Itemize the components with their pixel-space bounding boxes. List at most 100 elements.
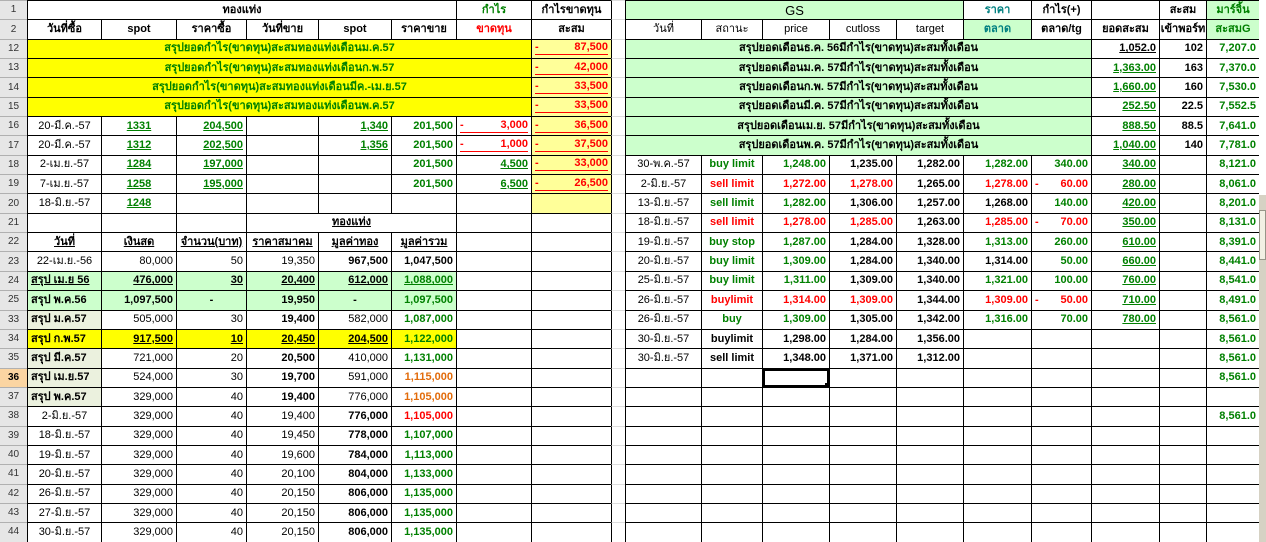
cell-M2[interactable]: cutloss <box>829 19 896 39</box>
cell-F20[interactable] <box>391 193 456 213</box>
cell-E36[interactable]: 591,000 <box>318 367 391 387</box>
cell-H39[interactable] <box>531 425 611 445</box>
cell-S40[interactable] <box>1206 444 1259 465</box>
cell-M39[interactable] <box>829 425 896 445</box>
cell-D21[interactable]: ทองแท่ง <box>246 212 456 233</box>
cell-C2[interactable]: ราคาซื้อ <box>176 19 246 39</box>
cell-B2[interactable]: spot <box>101 19 176 39</box>
cell-Q41[interactable] <box>1091 464 1159 484</box>
row-header-21[interactable]: 21 <box>0 212 27 233</box>
cell-E37[interactable]: 776,000 <box>318 386 391 407</box>
vertical-scrollbar[interactable] <box>1259 195 1266 542</box>
cell-Q42[interactable] <box>1091 483 1159 503</box>
cell-N33[interactable]: 1,342.00 <box>896 309 963 329</box>
row-header-15[interactable]: 15 <box>0 96 27 117</box>
cell-H19[interactable]: - 26,500 <box>531 174 611 194</box>
cell-P42[interactable] <box>1031 483 1091 503</box>
cell-M42[interactable] <box>829 483 896 503</box>
cell-S16[interactable]: 7,641.0 <box>1206 116 1259 136</box>
cell-E17[interactable]: 1,356 <box>318 135 391 155</box>
cell-O44[interactable] <box>963 522 1031 542</box>
cell-A36[interactable]: สรุป เม.ย.57 <box>27 367 101 387</box>
cell-J41[interactable] <box>625 464 701 484</box>
cell-J15[interactable]: สรุปยอดเดือนมี.ค. 57มีกำไร(ขาดทุน)สะสมทั… <box>625 96 1091 117</box>
cell-A24[interactable]: สรุป เม.ย 56 <box>27 270 101 291</box>
cell-B17[interactable]: 1312 <box>101 135 176 155</box>
cell-Q18[interactable]: 340.00 <box>1091 154 1159 175</box>
cell-C42[interactable]: 40 <box>176 483 246 503</box>
cell-C24[interactable]: 30 <box>176 270 246 291</box>
cell-F18[interactable]: 201,500 <box>391 154 456 175</box>
cell-Q19[interactable]: 280.00 <box>1091 174 1159 194</box>
cell-A34[interactable]: สรุป ก.พ.57 <box>27 328 101 349</box>
cell-A1[interactable]: ทองแท่ง <box>27 0 456 20</box>
cell-K21[interactable]: sell limit <box>701 212 762 233</box>
cell-R12[interactable]: 102 <box>1159 38 1206 59</box>
cell-N37[interactable] <box>896 386 963 407</box>
cell-B37[interactable]: 329,000 <box>101 386 176 407</box>
cell-Q33[interactable]: 780.00 <box>1091 309 1159 329</box>
cell-R15[interactable]: 22.5 <box>1159 96 1206 117</box>
cell-A38[interactable]: 2-มิ.ย.-57 <box>27 406 101 426</box>
cell-B42[interactable]: 329,000 <box>101 483 176 503</box>
cell-D19[interactable] <box>246 174 318 194</box>
cell-B44[interactable]: 329,000 <box>101 522 176 542</box>
cell-J1[interactable]: GS <box>625 0 963 20</box>
cell-D23[interactable]: 19,350 <box>246 251 318 271</box>
cell-S14[interactable]: 7,530.0 <box>1206 77 1259 97</box>
cell-J44[interactable] <box>625 522 701 542</box>
cell-B38[interactable]: 329,000 <box>101 406 176 426</box>
cell-E18[interactable] <box>318 154 391 175</box>
row-header-35[interactable]: 35 <box>0 348 27 368</box>
cell-G36[interactable] <box>456 367 531 387</box>
cell-E43[interactable]: 806,000 <box>318 502 391 523</box>
cell-K23[interactable]: buy limit <box>701 251 762 271</box>
cell-R37[interactable] <box>1159 386 1206 407</box>
cell-L24[interactable]: 1,311.00 <box>762 270 829 291</box>
cell-A37[interactable]: สรุป พ.ค.57 <box>27 386 101 407</box>
cell-B40[interactable]: 329,000 <box>101 444 176 465</box>
cell-C23[interactable]: 50 <box>176 251 246 271</box>
cell-J36[interactable] <box>625 367 701 387</box>
cell-A42[interactable]: 26-มิ.ย.-57 <box>27 483 101 503</box>
cell-Q14[interactable]: 1,660.00 <box>1091 77 1159 97</box>
cell-G17[interactable]: - 1,000 <box>456 135 531 155</box>
cell-P19[interactable]: - 60.00 <box>1031 174 1091 194</box>
cell-Q24[interactable]: 760.00 <box>1091 270 1159 291</box>
cell-H14[interactable]: - 33,500 <box>531 77 611 97</box>
cell-J17[interactable]: สรุปยอดเดือนพ.ค. 57มีกำไร(ขาดทุน)สะสมทั้… <box>625 135 1091 155</box>
row-header-19[interactable]: 19 <box>0 174 27 194</box>
cell-M18[interactable]: 1,235.00 <box>829 154 896 175</box>
cell-Q12[interactable]: 1,052.0 <box>1091 38 1159 59</box>
cell-C35[interactable]: 20 <box>176 348 246 368</box>
cell-N22[interactable]: 1,328.00 <box>896 232 963 252</box>
cell-M25[interactable]: 1,309.00 <box>829 290 896 310</box>
cell-S38[interactable]: 8,561.0 <box>1206 406 1259 426</box>
cell-B21[interactable] <box>101 212 176 233</box>
cell-G37[interactable] <box>456 386 531 407</box>
cell-P43[interactable] <box>1031 502 1091 523</box>
cell-E34[interactable]: 204,500 <box>318 328 391 349</box>
cell-P24[interactable]: 100.00 <box>1031 270 1091 291</box>
cell-A33[interactable]: สรุป ม.ค.57 <box>27 309 101 329</box>
cell-D42[interactable]: 20,150 <box>246 483 318 503</box>
cell-K43[interactable] <box>701 502 762 523</box>
cell-O39[interactable] <box>963 425 1031 445</box>
cell-K36[interactable] <box>701 367 762 387</box>
cell-E19[interactable] <box>318 174 391 194</box>
cell-Q22[interactable]: 610.00 <box>1091 232 1159 252</box>
cell-A44[interactable]: 30-มิ.ย.-57 <box>27 522 101 542</box>
cell-L22[interactable]: 1,287.00 <box>762 232 829 252</box>
cell-R25[interactable] <box>1159 290 1206 310</box>
cell-G24[interactable] <box>456 270 531 291</box>
cell-D33[interactable]: 19,400 <box>246 309 318 329</box>
cell-L35[interactable]: 1,348.00 <box>762 348 829 368</box>
cell-A14[interactable]: สรุปยอดกำไร(ขาดทุน)สะสมทองแท่งเดือนมีค.-… <box>27 77 531 97</box>
cell-L44[interactable] <box>762 522 829 542</box>
cell-S19[interactable]: 8,061.0 <box>1206 174 1259 194</box>
cell-E33[interactable]: 582,000 <box>318 309 391 329</box>
cell-O21[interactable]: 1,285.00 <box>963 212 1031 233</box>
cell-K40[interactable] <box>701 444 762 465</box>
cell-J13[interactable]: สรุปยอดเดือนม.ค. 57มีกำไร(ขาดทุน)สะสมทั้… <box>625 58 1091 78</box>
cell-R14[interactable]: 160 <box>1159 77 1206 97</box>
